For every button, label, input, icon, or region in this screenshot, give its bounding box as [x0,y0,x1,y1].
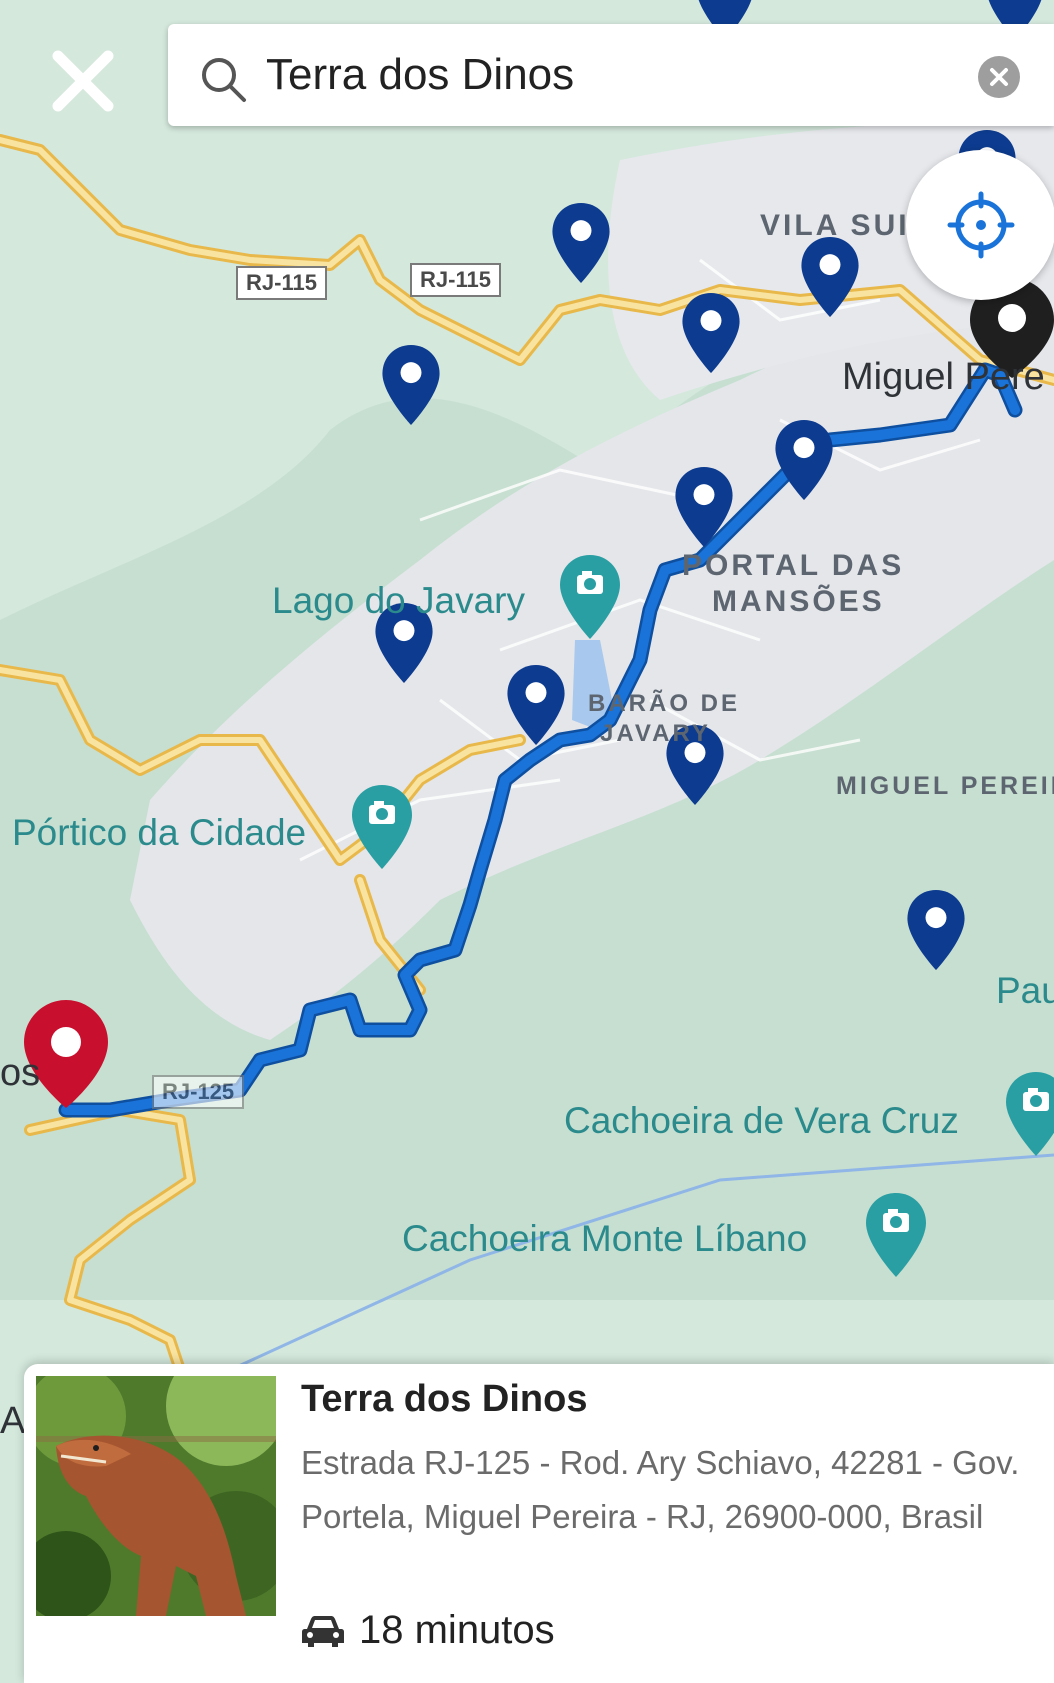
place-thumbnail [36,1376,276,1616]
road-shield: RJ-125 [152,1075,245,1109]
area-label-barao-line2: JAVARY [600,720,711,747]
search-icon [202,58,246,102]
search-bar[interactable] [168,24,1054,126]
search-input[interactable] [264,42,908,108]
city-label-miguel-pereira: Miguel Pere [842,356,1045,398]
road-shield: RJ-115 [236,266,327,300]
area-label-portal-line1: PORTAL DAS [682,549,905,582]
poi-label-cachoeira-vera-cruz[interactable]: Cachoeira de Vera Cruz [564,1100,959,1142]
map-label-partial-os: os [0,1052,41,1094]
road-shield: RJ-115 [410,263,501,297]
poi-label-lago-javary[interactable]: Lago do Javary [272,580,525,622]
close-icon [52,50,114,112]
poi-label-cachoeira-monte-libano[interactable]: Cachoeira Monte Líbano [402,1218,807,1260]
area-label-miguel-pereira-district: MIGUEL PEREIR [836,772,1054,800]
travel-time: 18 minutos [301,1608,555,1653]
place-name: Terra dos Dinos [301,1378,588,1420]
map-label-partial-pau: Pau [996,970,1054,1011]
eta-text: 18 minutos [359,1608,555,1652]
poi-label-portico-cidade[interactable]: Pórtico da Cidade [12,812,306,854]
my-location-button[interactable] [906,150,1054,300]
place-info-card[interactable]: Terra dos Dinos Estrada RJ-125 - Rod. Ar… [24,1364,1054,1683]
place-address: Estrada RJ-125 - Rod. Ary Schiavo, 42281… [301,1444,1020,1535]
close-button[interactable] [48,46,118,116]
clear-icon [990,68,1008,86]
car-icon [302,1615,344,1647]
clear-search-button[interactable] [978,56,1020,98]
locate-icon [947,191,1015,259]
area-label-portal-line2: MANSÕES [712,585,885,618]
area-label-barao-line1: BARÃO DE [588,690,741,717]
